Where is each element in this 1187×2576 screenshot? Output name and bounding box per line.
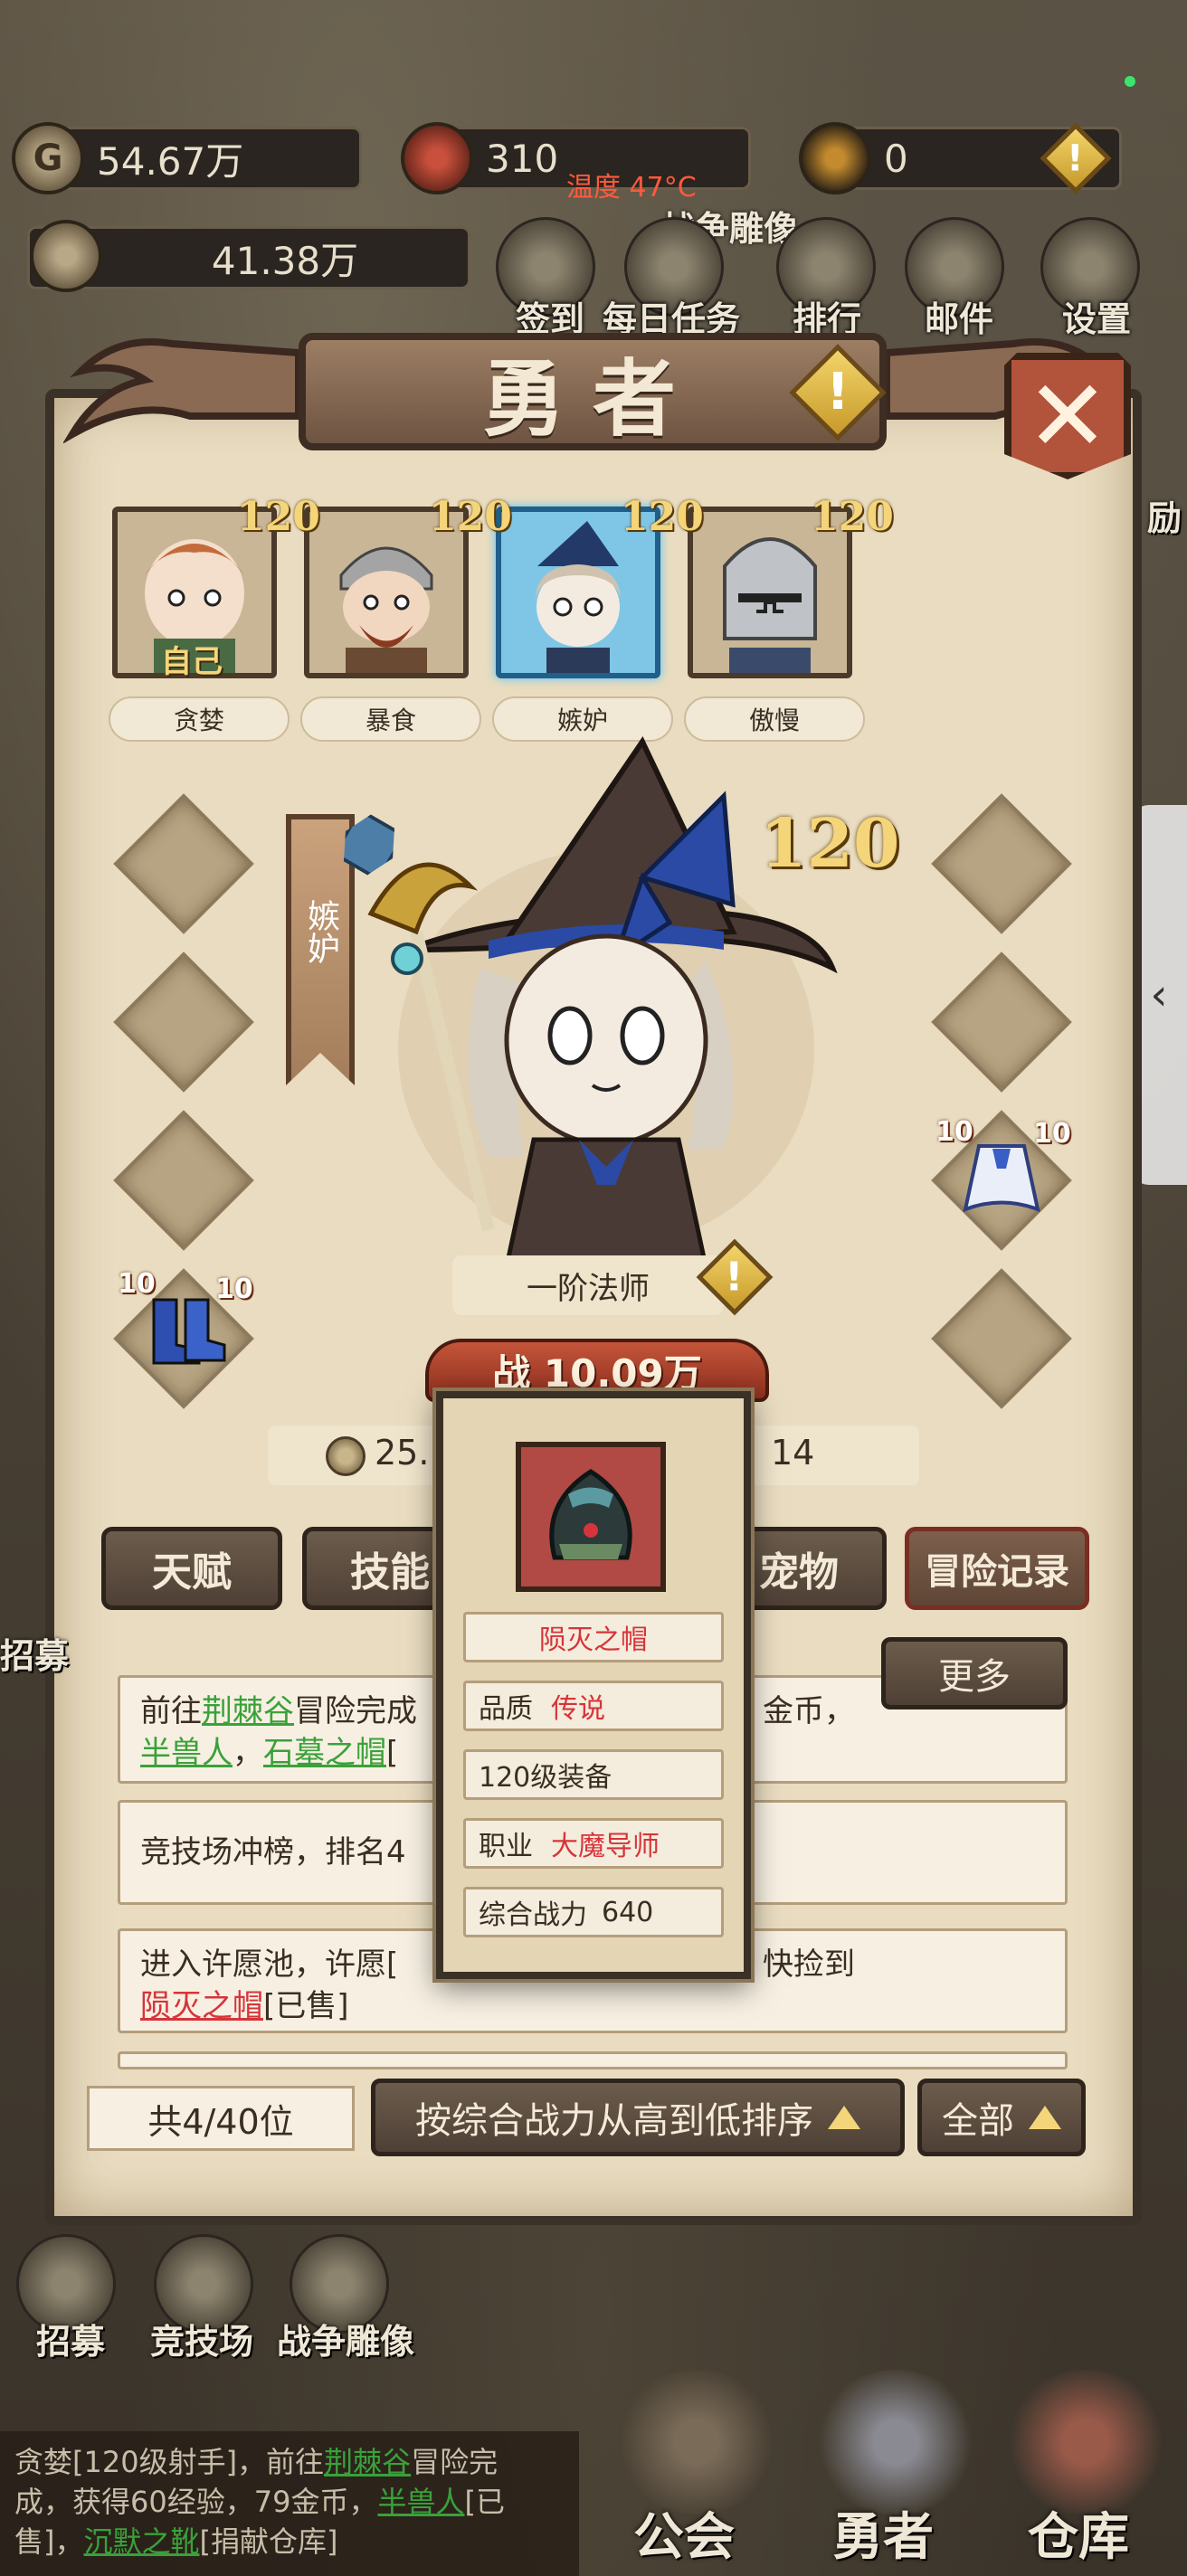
nav-guild[interactable]: 公会 [633, 2496, 735, 2570]
ticker-link[interactable]: 荆棘谷 [324, 2445, 411, 2479]
gem-resource[interactable]: 0 ! [799, 122, 1122, 194]
boots-upgrade-badge: 10 [215, 1274, 253, 1305]
hero-level-greed: 120 [237, 494, 320, 540]
cape-level-badge: 10 [935, 1116, 973, 1148]
self-tag: 自己 [161, 644, 223, 680]
sort-button[interactable]: 按综合战力从高到低排序 [371, 2079, 905, 2156]
cape-icon [963, 1144, 1040, 1213]
ticker-text: 冒险完 [411, 2445, 499, 2479]
crest-value: 310 [486, 136, 559, 181]
log-place-link[interactable]: 荆棘谷 [202, 1693, 294, 1729]
gem-value: 0 [884, 136, 908, 181]
class-label: 职业 [479, 1831, 533, 1862]
item-level-requirement: 120级装备 [463, 1749, 724, 1800]
temperature-readout: 温度 47°C [566, 172, 697, 204]
cape-upgrade-badge: 10 [1033, 1118, 1071, 1150]
tab-adventure-log[interactable]: 冒险记录 [905, 1527, 1089, 1610]
filter-button[interactable]: 全部 [917, 2079, 1086, 2156]
item-name: 陨灭之帽 [463, 1612, 724, 1662]
item-class-row: 职业 大魔导师 [463, 1818, 724, 1869]
quality-value: 传说 [551, 1693, 605, 1725]
arena-label: 竞技场 [150, 2322, 254, 2362]
doom-hat-icon [549, 1469, 632, 1560]
chat-ticker[interactable]: 贪婪[120级射手]，前往荆棘谷冒险完 成，获得60经验，79金币，半兽人[已 … [0, 2431, 579, 2576]
left-edge-recruit-label[interactable]: 招募 [0, 1628, 69, 1678]
gold-value: 54.67万 [97, 138, 244, 184]
log-text: 竞技场冲榜，排名4 [140, 1834, 406, 1870]
log-text: 冒险完成 [294, 1693, 417, 1729]
coin-icon: G [12, 122, 84, 194]
log-text: [已售] [263, 1988, 349, 2024]
log-item-link[interactable]: 陨灭之帽 [140, 1988, 263, 2024]
nav-warehouse[interactable]: 仓库 [1028, 2496, 1129, 2570]
guild-icon[interactable] [615, 2370, 778, 2514]
log-text: 进入许愿池，许愿[ [140, 1946, 399, 1983]
war-statue-menu-label: 战争雕像 [277, 2322, 415, 2362]
hero-count: 共4/40位 [87, 2086, 355, 2151]
item-quality-row: 品质 传说 [463, 1681, 724, 1731]
quality-label: 品质 [479, 1693, 533, 1725]
hero-level-envy: 120 [621, 494, 704, 540]
log-monster-link[interactable]: 半兽人 [140, 1735, 233, 1771]
log-text: 前往 [140, 1693, 202, 1729]
tab-talent[interactable]: 天赋 [101, 1527, 282, 1610]
log-text: 金币， [763, 1693, 855, 1729]
log-text: [ [386, 1735, 399, 1771]
item-icon-frame [516, 1442, 666, 1592]
power-resource[interactable]: 41.38万 [27, 220, 470, 292]
log-text: ， [233, 1735, 263, 1771]
stat-gold-value: 25. [375, 1433, 430, 1473]
close-button[interactable]: ✕ [1004, 353, 1131, 479]
class-value: 大魔导师 [551, 1831, 660, 1862]
ticker-text: [捐献仓库] [199, 2524, 338, 2559]
power-value: 41.38万 [211, 238, 359, 283]
ticker-text: [已 [464, 2485, 505, 2519]
status-dot [1125, 76, 1135, 87]
stat-right-value: 14 [771, 1433, 815, 1473]
hero-illustration [367, 735, 838, 1266]
left-wing-ornament [63, 338, 299, 444]
boots-level-badge: 10 [118, 1268, 156, 1300]
hero-level-pride: 120 [811, 494, 894, 540]
power-value: 640 [602, 1896, 654, 1928]
ticker-link[interactable]: 半兽人 [377, 2485, 464, 2519]
hero-helmet-icon[interactable] [814, 2370, 977, 2514]
crest-icon [401, 122, 473, 194]
ticker-text: 成，获得60经验，79金币， [14, 2485, 378, 2519]
filter-label: 全部 [942, 2100, 1014, 2142]
warehouse-icon[interactable] [1004, 2370, 1167, 2514]
item-power-row: 综合战力 640 [463, 1887, 724, 1937]
filter-arrow-up-icon [1029, 2106, 1061, 2129]
ticker-link[interactable]: 沉默之靴 [84, 2524, 200, 2559]
power-label: 综合战力 [479, 1899, 587, 1931]
ticker-text: 贪婪[120级射手]，前往 [14, 2445, 325, 2479]
hero-level-gluttony: 120 [429, 494, 512, 540]
hero-rank-label: 一阶法师 [452, 1255, 724, 1315]
exclamation-icon: ! [1040, 122, 1112, 194]
ticker-text: 售]， [14, 2524, 84, 2559]
boots-icon [152, 1298, 226, 1365]
stat-coin-icon [326, 1436, 366, 1476]
more-button[interactable]: 更多 [881, 1637, 1068, 1709]
log-text: 快捡到 [763, 1946, 855, 1983]
sort-arrow-up-icon [828, 2106, 860, 2129]
recruit-label: 招募 [36, 2322, 106, 2362]
log-entry-4 [118, 2051, 1068, 2069]
gold-resource[interactable]: G 54.67万 [12, 122, 362, 194]
power-icon [30, 220, 102, 292]
nav-heroes[interactable]: 勇者 [832, 2496, 934, 2570]
right-edge-label[interactable]: 励 [1147, 490, 1182, 540]
log-item-link[interactable]: 石墓之帽 [263, 1735, 386, 1771]
hero-name-greed[interactable]: 贪婪 [109, 696, 290, 742]
gem-icon [799, 122, 871, 194]
sort-label: 按综合战力从高到低排序 [415, 2100, 813, 2142]
